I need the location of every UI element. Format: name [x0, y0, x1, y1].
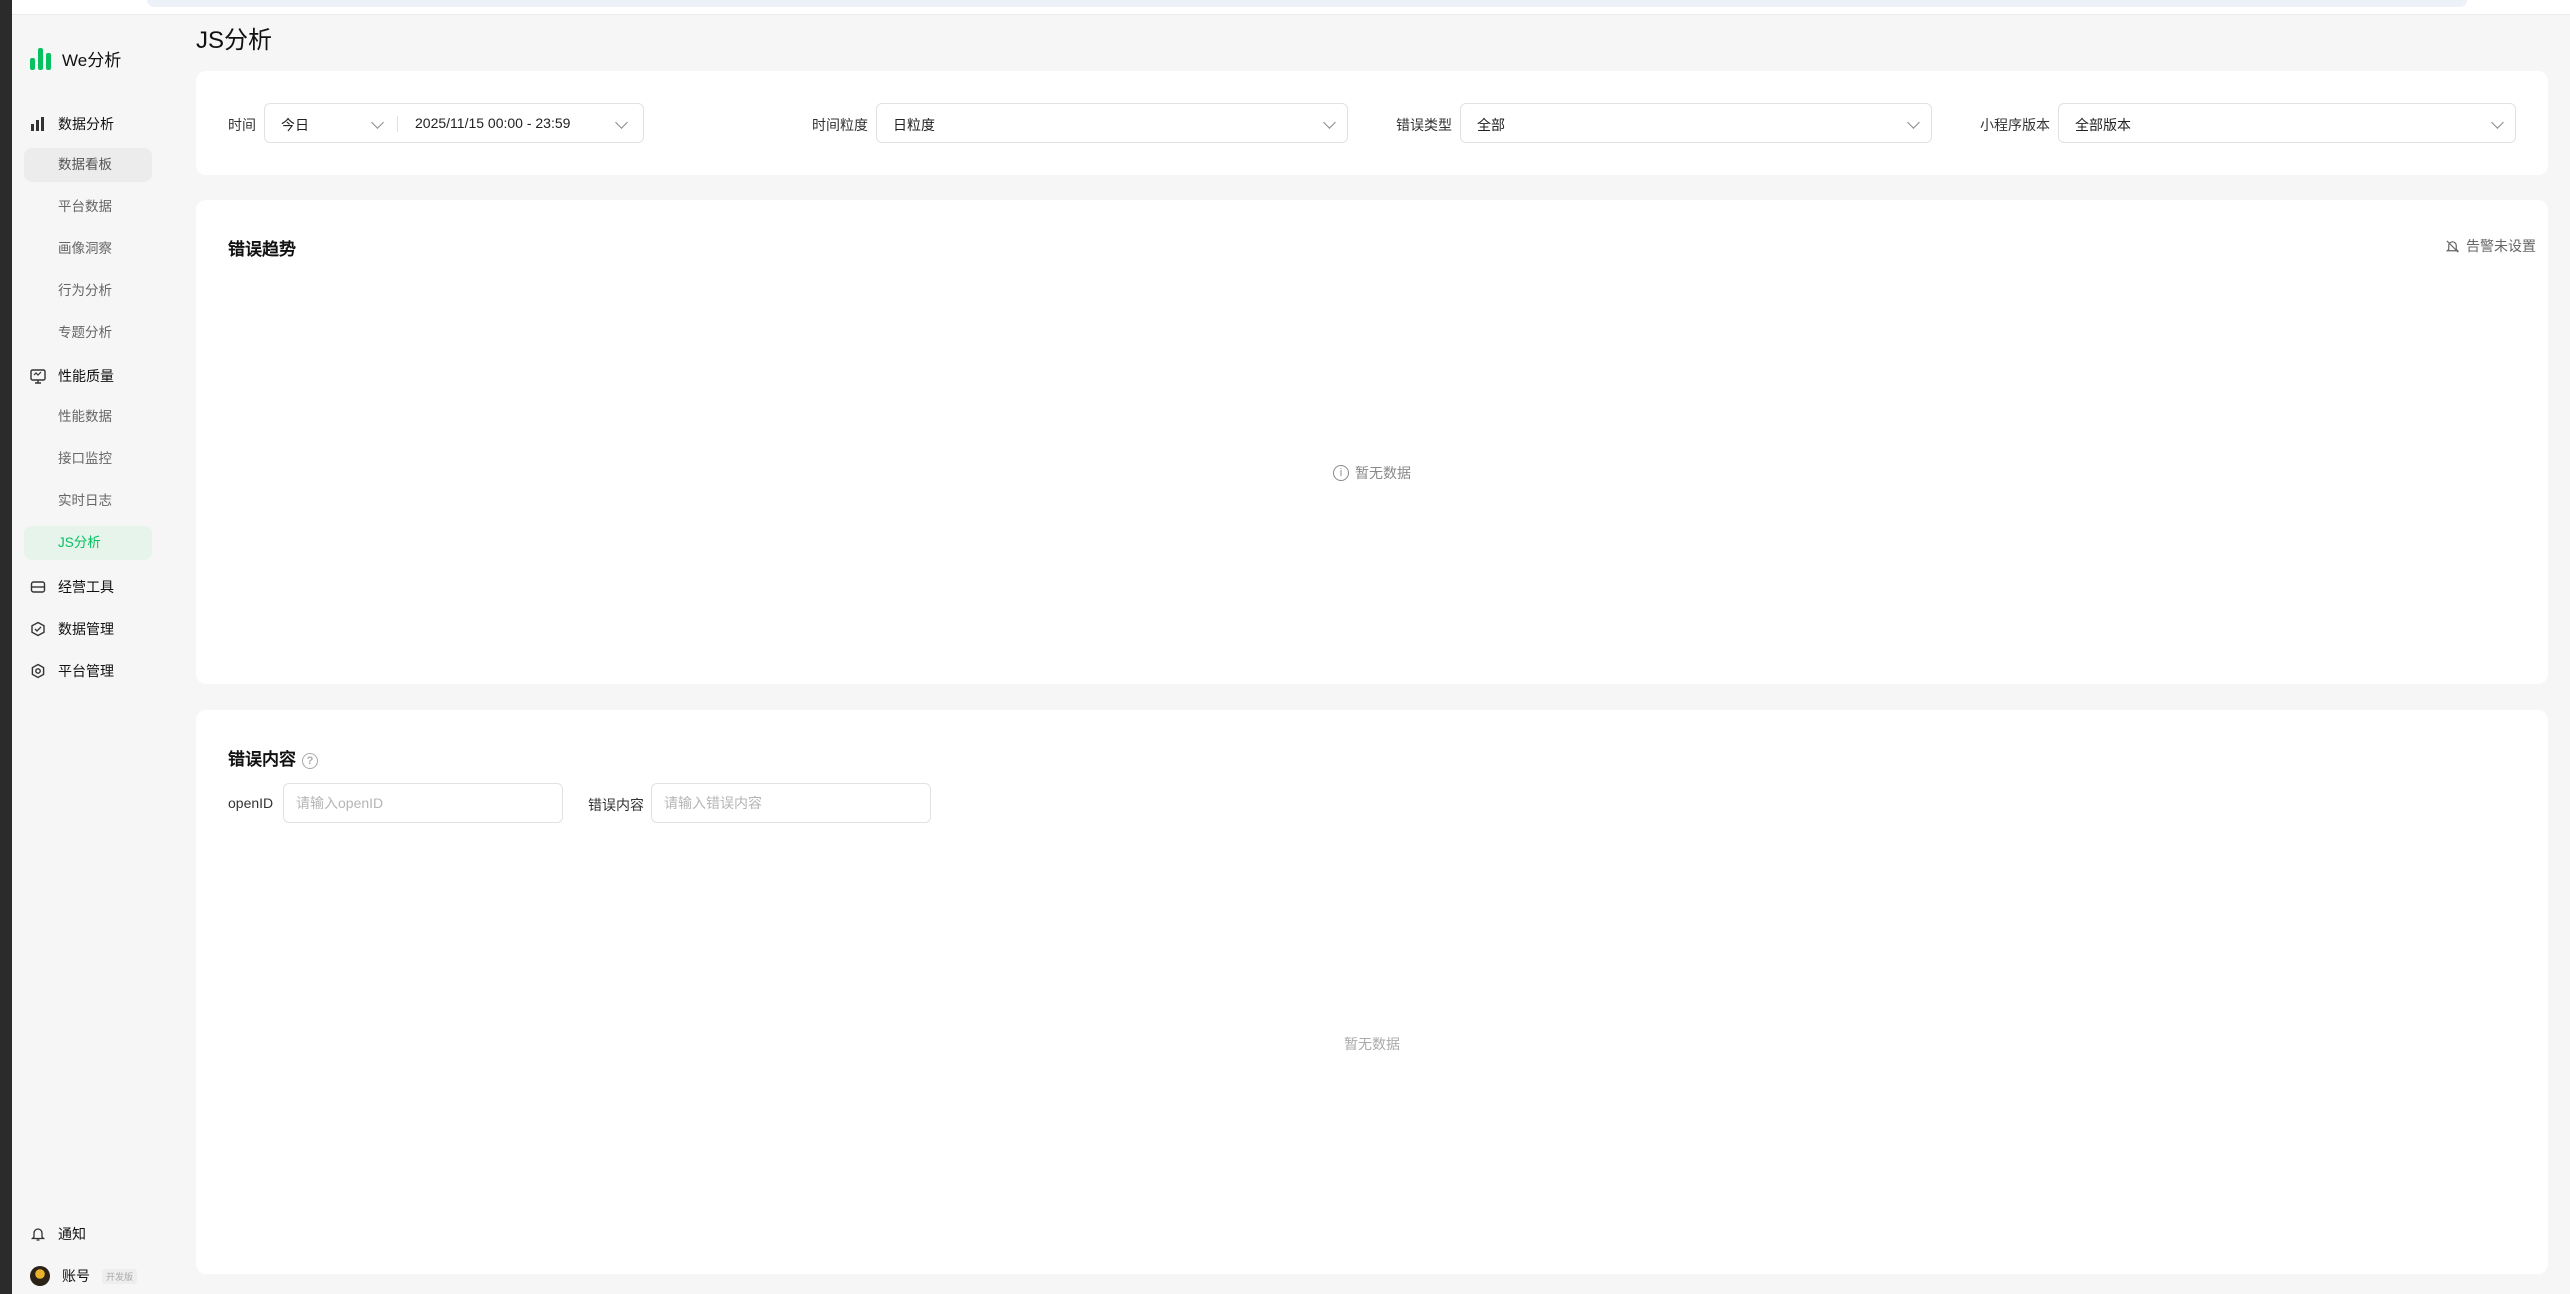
- error-content-title: 错误内容?: [228, 745, 318, 770]
- openid-input[interactable]: [283, 783, 563, 823]
- notification-button[interactable]: 通知: [30, 1224, 86, 1244]
- account-badge: 开发版: [102, 1268, 138, 1284]
- sidebar-item-platform-data[interactable]: 平台数据: [24, 190, 152, 224]
- error-type-label: 错误类型: [1396, 117, 1452, 133]
- avatar: [30, 1266, 50, 1286]
- bar-chart-icon: [31, 117, 44, 131]
- nav-group-data-analysis[interactable]: 数据分析: [30, 114, 114, 134]
- error-trend-card: [196, 200, 2548, 684]
- brand-logo[interactable]: We分析: [30, 46, 121, 71]
- brand-name: We分析: [62, 51, 122, 70]
- alert-settings-text: 告警未设置: [2466, 238, 2536, 254]
- sidebar-item-perf-data[interactable]: 性能数据: [24, 400, 152, 434]
- info-icon: i: [1333, 465, 1349, 481]
- openid-label: openID: [228, 795, 274, 811]
- chevron-down-icon: [615, 116, 628, 129]
- sidebar-item-dashboard[interactable]: 数据看板: [24, 148, 152, 182]
- content-empty-text: 暂无数据: [1344, 1036, 1400, 1052]
- sidebar-item-api-monitor[interactable]: 接口监控: [24, 442, 152, 476]
- nav-group-label: 数据分析: [58, 116, 114, 132]
- window-edge: [0, 0, 12, 1294]
- top-bar: [12, 0, 2570, 15]
- sidebar-item-realtime-log[interactable]: 实时日志: [24, 484, 152, 518]
- time-range-picker[interactable]: 今日 2025/11/15 00:00 - 23:59: [264, 103, 644, 143]
- nav-group-label: 性能质量: [58, 368, 114, 384]
- time-label: 时间: [228, 117, 256, 133]
- cube-icon: [31, 621, 45, 637]
- account-label: 账号: [62, 1268, 90, 1284]
- time-range-value: 2025/11/15 00:00 - 23:59: [415, 115, 571, 131]
- notification-label: 通知: [58, 1226, 86, 1242]
- error-content-label: 错误内容: [588, 797, 644, 813]
- chevron-down-icon: [2491, 116, 2504, 129]
- divider: [397, 116, 398, 132]
- error-type-select[interactable]: 全部: [1460, 103, 1932, 143]
- error-trend-title: 错误趋势: [228, 240, 296, 259]
- settings-icon: [31, 663, 45, 679]
- error-content-title-text: 错误内容: [228, 750, 296, 769]
- sidebar-item-behavior[interactable]: 行为分析: [24, 274, 152, 308]
- page-title: JS分析: [196, 27, 273, 54]
- sidebar-item-topic[interactable]: 专题分析: [24, 316, 152, 350]
- version-select[interactable]: 全部版本: [2058, 103, 2516, 143]
- monitor-icon: [30, 369, 46, 384]
- top-search-bar[interactable]: [147, 0, 2467, 7]
- trend-empty-text: 暂无数据: [1355, 465, 1411, 481]
- sidebar-item-portrait[interactable]: 画像洞察: [24, 232, 152, 266]
- alert-settings-link[interactable]: 告警未设置: [2445, 236, 2536, 256]
- nav-group-data-management[interactable]: 数据管理: [30, 619, 114, 639]
- chevron-down-icon: [1907, 116, 1920, 129]
- brand-icon: [30, 47, 52, 70]
- help-icon[interactable]: ?: [302, 753, 318, 769]
- time-preset-value: 今日: [281, 117, 309, 133]
- nav-group-label: 平台管理: [58, 663, 114, 679]
- granularity-select[interactable]: 日粒度: [876, 103, 1348, 143]
- account-button[interactable]: 账号 开发版: [30, 1266, 138, 1286]
- sidebar-item-js-analysis[interactable]: JS分析: [24, 526, 152, 560]
- version-value: 全部版本: [2075, 117, 2131, 133]
- nav-group-operations[interactable]: 经营工具: [30, 577, 114, 597]
- granularity-value: 日粒度: [893, 117, 935, 133]
- content-empty-state: 暂无数据: [1344, 1034, 1400, 1054]
- version-label: 小程序版本: [1980, 117, 2050, 133]
- bell-icon: [30, 1228, 46, 1241]
- error-type-value: 全部: [1477, 117, 1505, 133]
- nav-group-performance[interactable]: 性能质量: [30, 366, 114, 386]
- error-content-input[interactable]: [651, 783, 931, 823]
- bell-off-icon: [2445, 239, 2460, 253]
- chevron-down-icon: [1323, 116, 1336, 129]
- nav-group-platform-management[interactable]: 平台管理: [30, 661, 114, 681]
- nav-group-label: 数据管理: [58, 621, 114, 637]
- chevron-down-icon: [371, 116, 384, 129]
- toolbox-icon: [30, 581, 46, 593]
- app-root: We分析 数据分析 数据看板 平台数据 画像洞察 行为分析 专题分析 性能质量 …: [0, 0, 2570, 1294]
- trend-empty-state: i 暂无数据: [1333, 463, 1411, 483]
- granularity-label: 时间粒度: [812, 117, 868, 133]
- nav-group-label: 经营工具: [58, 579, 114, 595]
